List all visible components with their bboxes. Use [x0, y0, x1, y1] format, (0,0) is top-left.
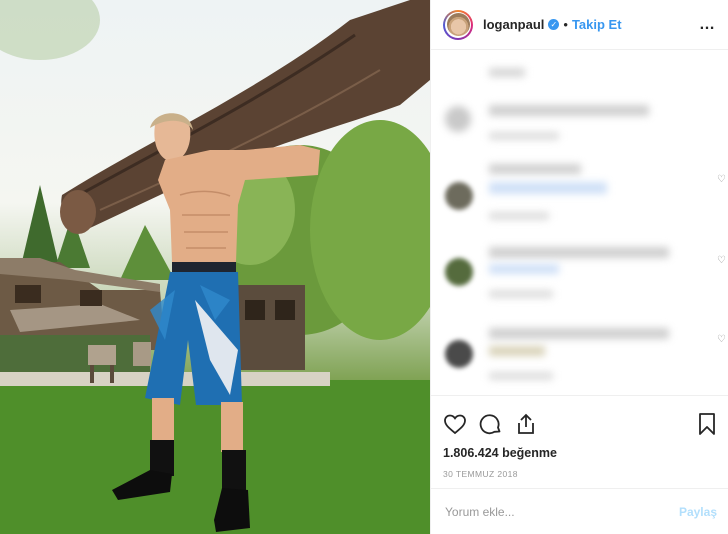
- verified-badge-icon: ✓: [548, 19, 560, 30]
- blurred-text: [489, 328, 669, 339]
- blurred-text: [489, 372, 553, 380]
- post-sidebar: loganpaul ✓ • Takip Et … ♡ ♡ ♡ 1.806.424…: [430, 0, 728, 534]
- instagram-post: loganpaul ✓ • Takip Et … ♡ ♡ ♡ 1.806.424…: [0, 0, 728, 534]
- more-options-button[interactable]: …: [699, 16, 716, 34]
- comment-input[interactable]: [443, 503, 679, 520]
- blurred-text: [489, 68, 525, 77]
- blurred-avatar: [445, 106, 471, 132]
- comment-avatar[interactable]: [445, 182, 473, 210]
- post-photo[interactable]: [0, 0, 430, 534]
- post-photo-illustration: [0, 0, 430, 534]
- blurred-text: [489, 346, 545, 356]
- comment-like-icon[interactable]: ♡: [717, 334, 727, 345]
- comment-icon[interactable]: [479, 412, 503, 436]
- blurred-text: [489, 132, 559, 140]
- username-link[interactable]: loganpaul: [483, 17, 544, 32]
- blurred-text: [489, 247, 669, 258]
- bookmark-icon[interactable]: [697, 412, 717, 436]
- comment-like-icon[interactable]: ♡: [717, 255, 727, 266]
- post-header: loganpaul ✓ • Takip Et …: [431, 0, 728, 50]
- action-icons: [443, 410, 717, 438]
- blurred-text: [489, 290, 553, 298]
- post-actions: 1.806.424 beğenme 30 TEMMUZ 2018: [431, 395, 728, 491]
- comment-like-icon[interactable]: ♡: [717, 174, 727, 185]
- avatar[interactable]: [443, 9, 473, 40]
- blurred-mention: [489, 264, 559, 274]
- comments-list[interactable]: ♡ ♡ ♡: [431, 50, 728, 395]
- header-separator: •: [563, 17, 568, 32]
- blurred-text: [489, 105, 649, 116]
- add-comment-bar: Paylaş: [431, 488, 728, 534]
- post-date[interactable]: 30 TEMMUZ 2018: [443, 469, 717, 479]
- blurred-text: [489, 164, 581, 174]
- follow-button[interactable]: Takip Et: [572, 17, 622, 32]
- heart-icon[interactable]: [443, 413, 467, 435]
- comment-avatar[interactable]: [445, 258, 473, 286]
- blurred-mention: [489, 182, 607, 194]
- share-icon[interactable]: [515, 412, 537, 436]
- post-comment-button[interactable]: Paylaş: [679, 505, 717, 519]
- blurred-text: [489, 212, 549, 220]
- comment-avatar[interactable]: [445, 340, 473, 368]
- likes-count[interactable]: 1.806.424 beğenme: [443, 446, 717, 460]
- avatar-image: [446, 13, 470, 36]
